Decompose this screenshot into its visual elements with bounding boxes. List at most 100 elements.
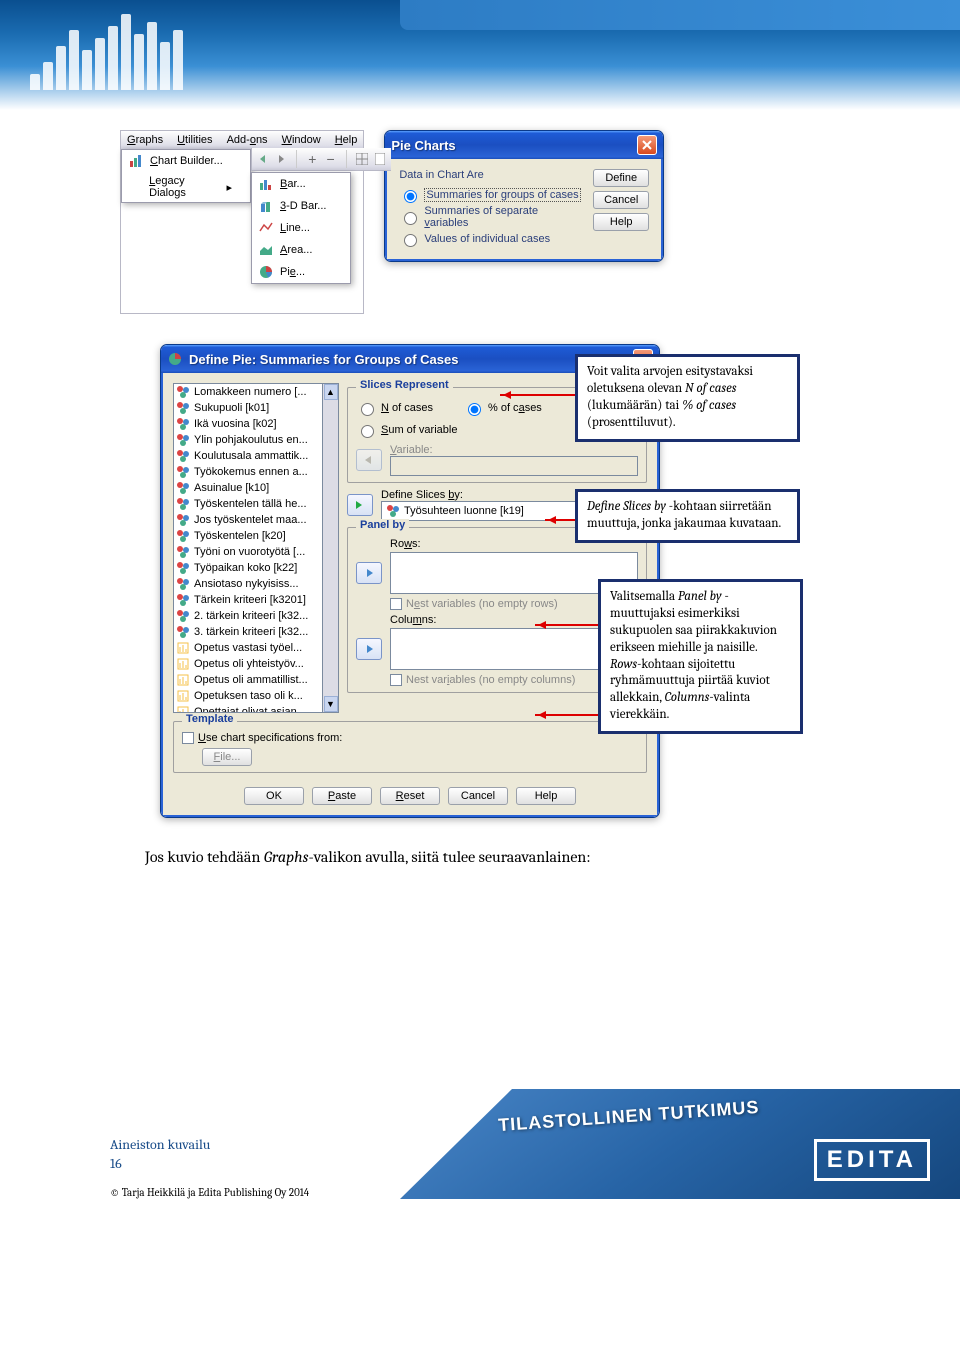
plus-icon[interactable]: + — [305, 151, 319, 167]
var-type-icon — [176, 609, 190, 623]
menu-help[interactable]: Help — [335, 134, 358, 146]
variable-row[interactable]: 3. tärkein kriteeri [k32... — [174, 624, 322, 640]
var-label: Ylin pohjakoulutus en... — [194, 434, 308, 446]
help-button[interactable]: Help — [593, 213, 649, 231]
radio-pct-cases[interactable]: % of cases — [463, 400, 542, 416]
variable-row[interactable]: Koulutusala ammattik... — [174, 448, 322, 464]
variable-row[interactable]: Opetuksen taso oli k... — [174, 688, 322, 704]
var-label: Jos työskentelet maa... — [194, 514, 307, 526]
submenu-arrow-icon: ▸ — [226, 181, 232, 194]
define-pie-wrap: Define Pie: Summaries for Groups of Case… — [0, 324, 960, 818]
variable-list[interactable]: Lomakkeen numero [...Sukupuoli [k01] Ikä … — [173, 383, 323, 713]
move-cols-button[interactable] — [356, 638, 382, 660]
toolbar: + − — [251, 148, 391, 171]
cancel-button[interactable]: Cancel — [593, 191, 649, 209]
reset-button[interactable]: Reset — [380, 787, 440, 805]
variable-row[interactable]: Opettajat olivat asian... — [174, 704, 322, 713]
variable-row[interactable]: 2. tärkein kriteeri [k32... — [174, 608, 322, 624]
var-type-icon — [176, 497, 190, 511]
slice-variable: Työsuhteen luonne [k19] — [404, 505, 524, 517]
use-spec-check[interactable]: Use chart specifications from: — [182, 732, 638, 744]
callout-2: Define Slices by -kohtaan siirretään muu… — [575, 489, 800, 543]
callout-1-text: Voit valita arvojen esitystavaksi oletuk… — [587, 364, 753, 430]
variable-row[interactable]: Työskentelen [k20] — [174, 528, 322, 544]
move-slices-button[interactable] — [347, 494, 373, 516]
var-label: Työpaikan koko [k22] — [194, 562, 297, 574]
submenu-line[interactable]: Line... — [252, 217, 350, 239]
var-label: Opettajat olivat asian... — [194, 706, 306, 713]
variable-row[interactable]: Opetus oli ammatillist... — [174, 672, 322, 688]
variable-row[interactable]: Opetus oli yhteistyöv... — [174, 656, 322, 672]
graphs-dropdown: Chart Builder... Legacy Dialogs ▸ — [121, 149, 251, 203]
scroll-down-icon[interactable]: ▼ — [324, 696, 338, 712]
var-type-icon — [176, 657, 190, 671]
variable-row[interactable]: Työkokemus ennen a... — [174, 464, 322, 480]
radio-separate-vars[interactable]: Summaries of separate variables — [399, 205, 583, 229]
bar-label: Bar... — [280, 178, 306, 190]
variable-row[interactable]: Ikä vuosina [k02] — [174, 416, 322, 432]
close-button[interactable] — [637, 135, 657, 155]
menu-window[interactable]: Window — [282, 134, 321, 146]
var-type-icon — [176, 465, 190, 479]
pie-dialog-title: Pie Charts — [391, 138, 455, 153]
variable-row[interactable]: Lomakkeen numero [... — [174, 384, 322, 400]
radio-groups-cases[interactable]: Summaries for groups of cases — [399, 187, 583, 203]
arrow-1 — [500, 394, 575, 396]
submenu-pie[interactable]: Pie... — [252, 261, 350, 283]
move-rows-button[interactable] — [356, 562, 382, 584]
callout-3-text: Valitsemalla Panel by -muuttujaksi esime… — [610, 589, 777, 722]
radio-n-cases[interactable]: N of cases — [356, 400, 433, 416]
variable-row[interactable]: Ylin pohjakoulutus en... — [174, 432, 322, 448]
menu-chart-builder[interactable]: Chart Builder... — [122, 150, 250, 172]
menu-addons[interactable]: Add-ons — [227, 134, 268, 146]
var-label: Ikä vuosina [k02] — [194, 418, 277, 430]
variable-row[interactable]: Opetus vastasi työel... — [174, 640, 322, 656]
var-label: Opetuksen taso oli k... — [194, 690, 303, 702]
submenu-area[interactable]: Area... — [252, 239, 350, 261]
nominal-icon — [386, 504, 400, 518]
doc-icon[interactable] — [373, 151, 387, 167]
submenu-bar[interactable]: Bar... — [252, 173, 350, 195]
variable-row[interactable]: Sukupuoli [k01] — [174, 400, 322, 416]
variable-row[interactable]: Työni on vuorotyötä [... — [174, 544, 322, 560]
radio-input-1[interactable] — [404, 190, 417, 203]
menu-utilities[interactable]: Utilities — [177, 134, 212, 146]
variable-field — [390, 456, 638, 476]
variable-row[interactable]: Jos työskentelet maa... — [174, 512, 322, 528]
callout-1: Voit valita arvojen esitystavaksi oletuk… — [575, 354, 800, 442]
radio-individual-cases[interactable]: Values of individual cases — [399, 231, 583, 247]
submenu-3dbar[interactable]: 3-D Bar... — [252, 195, 350, 217]
panel-by-title: Panel by — [356, 519, 409, 531]
var-label: Ansiotaso nykyisiss... — [194, 578, 299, 590]
variable-row[interactable]: Työskentelen tällä he... — [174, 496, 322, 512]
define-button[interactable]: Define — [593, 169, 649, 187]
var-label: Koulutusala ammattik... — [194, 450, 308, 462]
variable-row[interactable]: Tärkein kriteeri [k3201] — [174, 592, 322, 608]
paste-button[interactable]: Paste — [312, 787, 372, 805]
variable-list-container: Lomakkeen numero [...Sukupuoli [k01] Ikä … — [173, 383, 339, 713]
var-label: Opetus oli ammatillist... — [194, 674, 308, 686]
define-pie-title: Define Pie: Summaries for Groups of Case… — [189, 352, 458, 367]
graphs-menu-screenshot: GGraphsraphs Utilities Add-ons Window He… — [120, 130, 364, 314]
menu-legacy-dialogs[interactable]: Legacy Dialogs ▸ — [122, 172, 250, 202]
variable-row[interactable]: Ansiotaso nykyisiss... — [174, 576, 322, 592]
menu-graphs[interactable]: GGraphsraphs — [127, 134, 163, 146]
minus-icon[interactable]: − — [324, 151, 338, 167]
scrollbar[interactable]: ▲ ▼ — [323, 383, 339, 713]
chart-builder-label: Chart Builder... — [150, 155, 223, 167]
radio-input-3[interactable] — [404, 234, 417, 247]
help-button-2[interactable]: Help — [516, 787, 576, 805]
variable-row[interactable]: Asuinalue [k10] — [174, 480, 322, 496]
variable-row[interactable]: Työpaikan koko [k22] — [174, 560, 322, 576]
forward-icon[interactable] — [274, 151, 288, 167]
scroll-up-icon[interactable]: ▲ — [324, 384, 338, 400]
var-label: Työkokemus ennen a... — [194, 466, 308, 478]
decorative-bars — [30, 10, 183, 90]
cancel-button-2[interactable]: Cancel — [448, 787, 508, 805]
radio-input-2[interactable] — [404, 212, 417, 225]
area-icon — [258, 242, 274, 258]
var-label: 3. tärkein kriteeri [k32... — [194, 626, 308, 638]
back-icon[interactable] — [256, 151, 270, 167]
grid-icon[interactable] — [355, 151, 369, 167]
ok-button[interactable]: OK — [244, 787, 304, 805]
